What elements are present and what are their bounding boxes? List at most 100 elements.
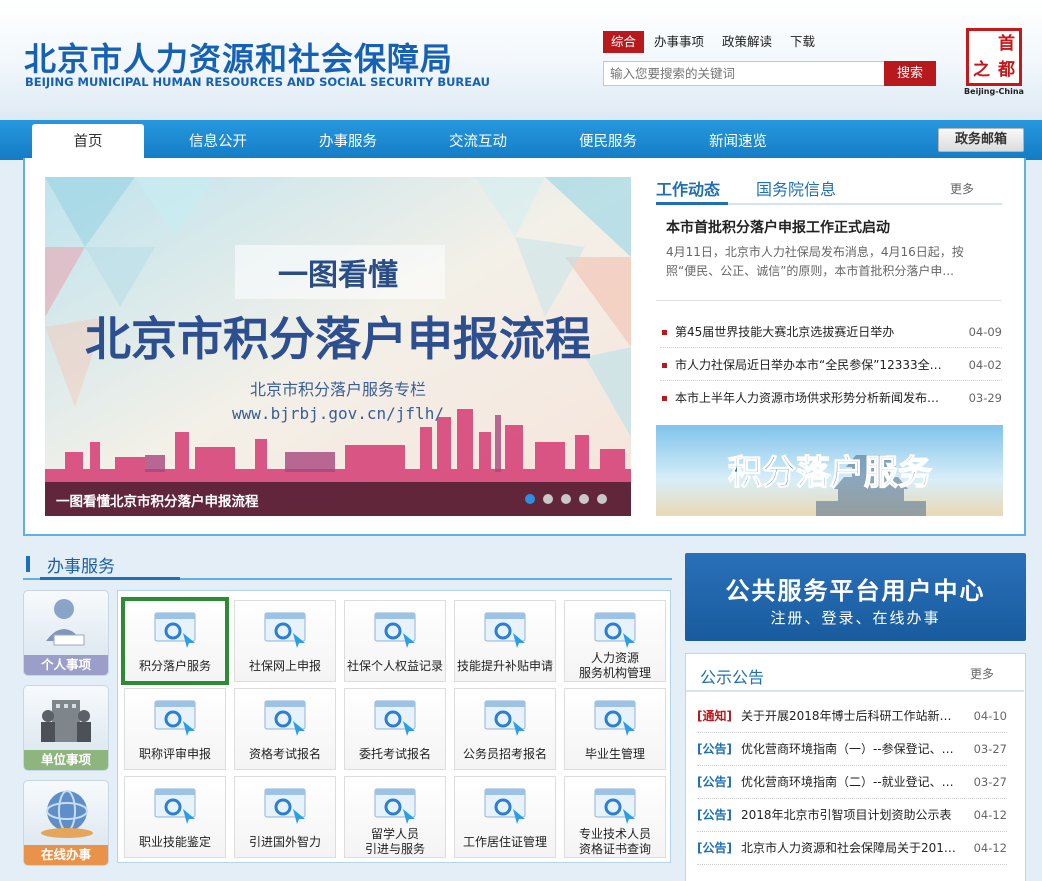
service-tile-civil-servant-exam[interactable]: 公务员招考报名 <box>454 688 556 770</box>
category-organization[interactable]: 单位事项 <box>23 685 109 771</box>
news-list-item[interactable]: 第45届世界技能大赛北京选拔赛近日举办 04-09 <box>660 316 1002 348</box>
service-tile-label: 技能提升补贴申请 <box>456 659 553 673</box>
notice-tag: [公告] <box>697 742 732 756</box>
banner-caption[interactable]: 一图看懂北京市积分落户申报流程 <box>56 490 259 510</box>
platform-subtitle: 注册、登录、在线办事 <box>770 609 941 627</box>
carousel-dot[interactable] <box>561 494 571 504</box>
news-item-date: 04-09 <box>968 325 1002 339</box>
notice-item-date: 03-27 <box>973 775 1007 789</box>
carousel-dot[interactable] <box>543 494 553 504</box>
search-input[interactable] <box>603 61 885 86</box>
service-tile-label: 公务员招考报名 <box>462 747 547 761</box>
ie-window-icon <box>151 697 201 737</box>
service-tile-social-insurance-record[interactable]: 社保个人权益记录 <box>344 600 446 682</box>
public-service-platform-banner[interactable]: 公共服务平台用户中心 注册、登录、在线办事 <box>685 553 1026 641</box>
books-icon <box>151 785 201 825</box>
notice-item-title: 北京市人力资源和社会保障局关于2017年度 <box>741 841 961 855</box>
service-tile-title-review[interactable]: 职称评审申报 <box>124 688 226 770</box>
news-item-title: 本市上半年人力资源市场供求形势分析新闻发布会召开 <box>675 391 943 405</box>
news-list-item[interactable]: 市人力社保局近日举办本市“全民参保”12333全国统一咨询日活动 04-02 <box>660 349 1002 381</box>
service-tile-residence-permit[interactable]: 工作居住证管理 <box>454 776 556 858</box>
banner-line1: 一图看懂 <box>278 258 398 293</box>
gov-mailbox-button[interactable]: 政务邮箱 <box>938 128 1024 152</box>
service-tile-hr-agency-management[interactable]: 人力资源 服务机构管理 <box>564 600 666 682</box>
category-label: 个人事项 <box>24 655 108 675</box>
search-tabs: 综合 办事事项 政策解读 下载 <box>603 31 825 53</box>
service-tile-entrusted-exam[interactable]: 委托考试报名 <box>344 688 446 770</box>
service-tile-points-settlement[interactable]: 积分落户服务 <box>121 597 229 685</box>
bullet-icon <box>662 363 667 368</box>
banner-carousel[interactable]: 一图看懂 北京市积分落户申报流程 北京市积分落户服务专栏 www.bjrbj.g… <box>45 177 631 516</box>
service-tile-qualification-exam[interactable]: 资格考试报名 <box>234 688 336 770</box>
service-tile-label: 引进与服务 <box>364 842 425 856</box>
news-more-link[interactable]: 更多 <box>950 180 974 197</box>
bird-icon <box>261 785 311 825</box>
service-tile-professional-certificate-query[interactable]: 专业技术人员 资格证书查询 <box>564 776 666 858</box>
service-tile-foreign-talent[interactable]: 引进国外智力 <box>234 776 336 858</box>
carousel-dot[interactable] <box>579 494 589 504</box>
carousel-dot[interactable] <box>597 494 607 504</box>
banner-image: 一图看懂 北京市积分落户申报流程 北京市积分落户服务专栏 www.bjrbj.g… <box>45 177 631 516</box>
search-tab-matters[interactable]: 办事事项 <box>646 31 712 53</box>
jifen-banner-text: 积分落户服务 <box>728 453 932 493</box>
graduate-icon <box>591 697 641 737</box>
notice-list-item[interactable]: [公告] 北京市人力资源和社会保障局关于2017年度 04-12 <box>697 832 1007 865</box>
section-marker <box>26 556 30 572</box>
news-headline[interactable]: 本市首批积分落户申报工作正式启动 <box>666 217 890 237</box>
carousel-dot[interactable] <box>525 494 535 504</box>
news-tab-active-indicator <box>656 202 728 205</box>
site-title-cn[interactable]: 北京市人力资源和社会保障局 <box>24 34 453 80</box>
category-online[interactable]: 在线办事 <box>23 780 109 866</box>
nav-item-news[interactable]: 新闻速览 <box>682 124 794 160</box>
search-tab-download[interactable]: 下载 <box>782 31 823 53</box>
notice-tag: [公告] <box>697 775 732 789</box>
news-summary: 4月11日，北京市人力社保局发布消息，4月16日起，按照“便民、公正、诚信”的原… <box>666 245 964 278</box>
nav-item-interaction[interactable]: 交流互动 <box>422 124 534 160</box>
nav-item-info-disclosure[interactable]: 信息公开 <box>162 124 274 160</box>
service-tile-vocational-skill-appraisal[interactable]: 职业技能鉴定 <box>124 776 226 858</box>
news-list-item[interactable]: 本市上半年人力资源市场供求形势分析新闻发布会召开 03-29 <box>660 382 1002 414</box>
person-arms-icon <box>481 785 531 825</box>
logo-char: 首 <box>998 34 1015 54</box>
bullet-icon <box>662 330 667 335</box>
search-button[interactable]: 搜索 <box>884 61 936 86</box>
notice-item-date: 04-12 <box>973 808 1007 822</box>
service-tile-label: 毕业生管理 <box>584 747 645 761</box>
chart-icon <box>481 609 531 649</box>
notice-list-item[interactable]: [通知] 关于开展2018年博士后科研工作站新设站评审工作的通知 04-10 <box>697 700 1007 733</box>
search-tab-policy[interactable]: 政策解读 <box>714 31 780 53</box>
service-tile-overseas-returnees[interactable]: 留学人员 引进与服务 <box>344 776 446 858</box>
banner-line4: www.bjrbj.gov.cn/jflh/ <box>232 404 444 423</box>
site-title-en: BEIJING MUNICIPAL HUMAN RESOURCES AND SO… <box>25 75 491 89</box>
notice-list-item[interactable]: [公告] 优化营商环境指南（二）--就业登记、失业 03-27 <box>697 766 1007 799</box>
notice-more-link[interactable]: 更多 <box>970 665 994 682</box>
notice-list-item[interactable]: [公告] 优化营商环境指南（一）--参保登记、缴费 03-27 <box>697 733 1007 766</box>
service-tile-label: 积分落户服务 <box>138 659 211 673</box>
logo-en-text: Beijing-China <box>964 87 1024 96</box>
tab-state-council-info[interactable]: 国务院信息 <box>756 176 836 200</box>
service-tile-label: 委托考试报名 <box>358 747 431 761</box>
notice-item-title: 关于开展2018年博士后科研工作站新设站评审工作的通知 <box>741 709 961 723</box>
service-tile-label: 资格考试报名 <box>248 747 321 761</box>
news-item-date: 03-29 <box>968 391 1002 405</box>
service-tile-skill-subsidy[interactable]: 技能提升补贴申请 <box>454 600 556 682</box>
divider <box>656 300 1002 301</box>
notice-item-title: 2018年北京市引智项目计划资助公示表 <box>741 808 952 822</box>
nav-item-home[interactable]: 首页 <box>32 124 144 161</box>
service-tile-social-insurance-online[interactable]: 社保网上申报 <box>234 600 336 682</box>
nav-item-convenience[interactable]: 便民服务 <box>552 124 664 160</box>
search-tab-all[interactable]: 综合 <box>603 31 645 53</box>
news-item-title: 市人力社保局近日举办本市“全民参保”12333全国统一咨询日活动 <box>675 358 943 372</box>
service-tile-graduate-management[interactable]: 毕业生管理 <box>564 688 666 770</box>
tab-work-news[interactable]: 工作动态 <box>656 176 720 200</box>
points-settlement-banner[interactable]: 积分落户服务 <box>656 425 1003 516</box>
notice-list-item[interactable]: [公告] 2018年北京市引智项目计划资助公示表 04-12 <box>697 799 1007 832</box>
temple-of-heaven-image: 积分落户服务 <box>656 425 1003 516</box>
bullet-icon <box>662 396 667 401</box>
category-personal[interactable]: 个人事项 <box>23 590 109 676</box>
platform-title: 公共服务平台用户中心 <box>725 577 986 605</box>
capital-window-logo[interactable]: 首 之 都 Beijing-China <box>964 28 1024 98</box>
notice-item-title: 优化营商环境指南（一）--参保登记、缴费 <box>741 742 961 756</box>
nav-item-services[interactable]: 办事服务 <box>292 124 404 160</box>
service-tile-label: 引进国外智力 <box>248 835 321 849</box>
